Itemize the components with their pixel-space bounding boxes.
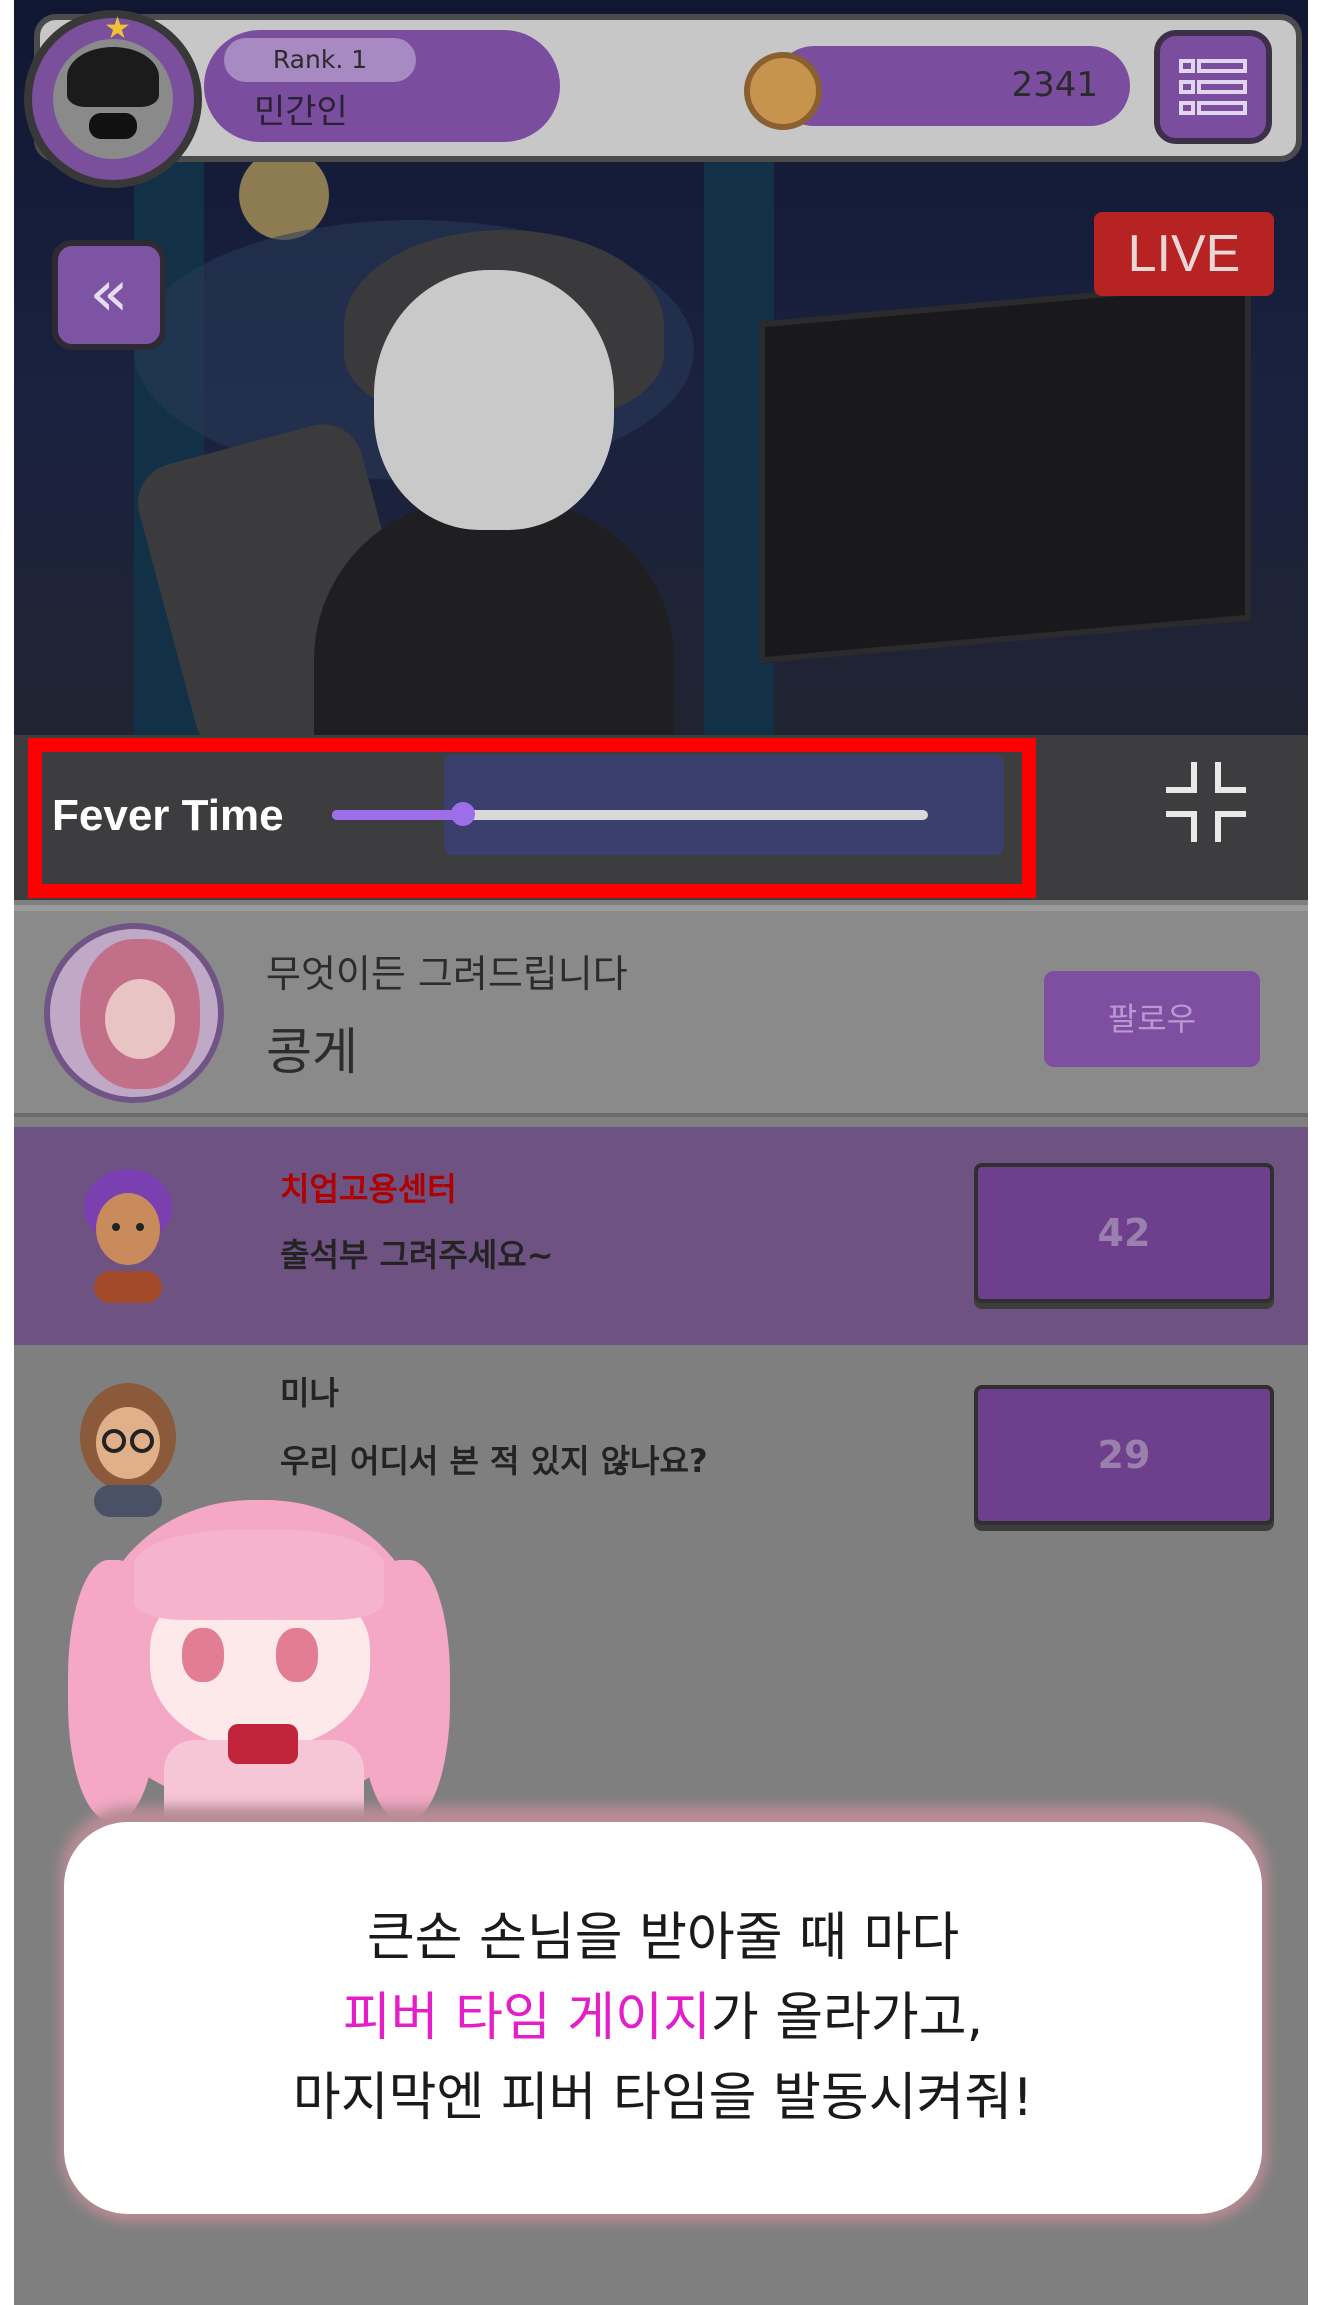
fever-gauge bbox=[332, 802, 928, 826]
chat-username: 미나 bbox=[280, 1374, 339, 1412]
streamer-info-bar: 무엇이든 그려드립니다 콩게 팔로우 bbox=[14, 905, 1308, 1117]
back-button[interactable]: « bbox=[52, 240, 166, 350]
chat-message: 출석부 그려주세요~ bbox=[280, 1236, 554, 1274]
fever-time-label: Fever Time bbox=[52, 791, 284, 840]
menu-button[interactable] bbox=[1154, 30, 1272, 144]
star-icon: ★ bbox=[104, 11, 131, 46]
guide-character-eye bbox=[276, 1628, 318, 1682]
coin-icon bbox=[744, 52, 822, 130]
guide-character-bow bbox=[228, 1724, 298, 1764]
gift-amount-button[interactable]: 29 bbox=[974, 1385, 1274, 1525]
streamer-tagline: 무엇이든 그려드립니다 bbox=[266, 952, 628, 996]
player-name: 민간인 bbox=[254, 92, 348, 132]
streamer-avatar[interactable] bbox=[44, 923, 224, 1103]
guide-character-eye bbox=[182, 1628, 224, 1682]
coin-count: 2341 bbox=[1011, 65, 1098, 105]
game-screen: ★ Rank. 1 민간인 2341 « LIVE Fever Time 무엇이… bbox=[14, 0, 1308, 2305]
dialog-line: 큰손 손님을 받아줄 때 마다 bbox=[366, 1908, 960, 1968]
dialog-line: 피버 타임 게이지가 올라가고, bbox=[64, 1986, 1262, 2050]
viewer-avatar bbox=[84, 1169, 172, 1303]
dialog-line: 마지막엔 피버 타임을 발동시켜줘! bbox=[292, 2068, 1034, 2128]
dialog-text: 가 올라가고, bbox=[710, 1988, 984, 2048]
follow-button[interactable]: 팔로우 bbox=[1044, 971, 1260, 1067]
collapse-screen-icon[interactable] bbox=[1164, 760, 1248, 844]
rank-badge: Rank. 1 bbox=[224, 38, 416, 82]
tutorial-dialog[interactable]: 큰손 손님을 받아줄 때 마다 피버 타임 게이지가 올라가고, 마지막엔 피버… bbox=[64, 1822, 1262, 2214]
guide-character-bangs bbox=[134, 1530, 384, 1620]
dialog-highlight-text: 피버 타임 게이지 bbox=[342, 1988, 711, 2048]
streamer-name: 콩게 bbox=[266, 1023, 358, 1081]
chat-message: 우리 어디서 본 적 있지 않나요? bbox=[280, 1442, 708, 1480]
live-badge: LIVE bbox=[1094, 212, 1274, 296]
list-menu-icon bbox=[1179, 59, 1247, 115]
computer-monitor bbox=[759, 278, 1251, 664]
gift-amount-button[interactable]: 42 bbox=[974, 1163, 1274, 1303]
fever-gauge-fill bbox=[332, 810, 464, 820]
double-chevron-left-icon: « bbox=[89, 257, 129, 331]
moon bbox=[239, 150, 329, 240]
viewer-avatar bbox=[80, 1383, 176, 1517]
fever-gauge-thumb bbox=[451, 802, 476, 826]
avatar-face bbox=[53, 39, 173, 159]
chat-row: 치업고용센터 출석부 그려주세요~ 42 bbox=[14, 1127, 1308, 1345]
streamer-character-head bbox=[374, 270, 614, 530]
chat-username: 치업고용센터 bbox=[280, 1170, 457, 1208]
